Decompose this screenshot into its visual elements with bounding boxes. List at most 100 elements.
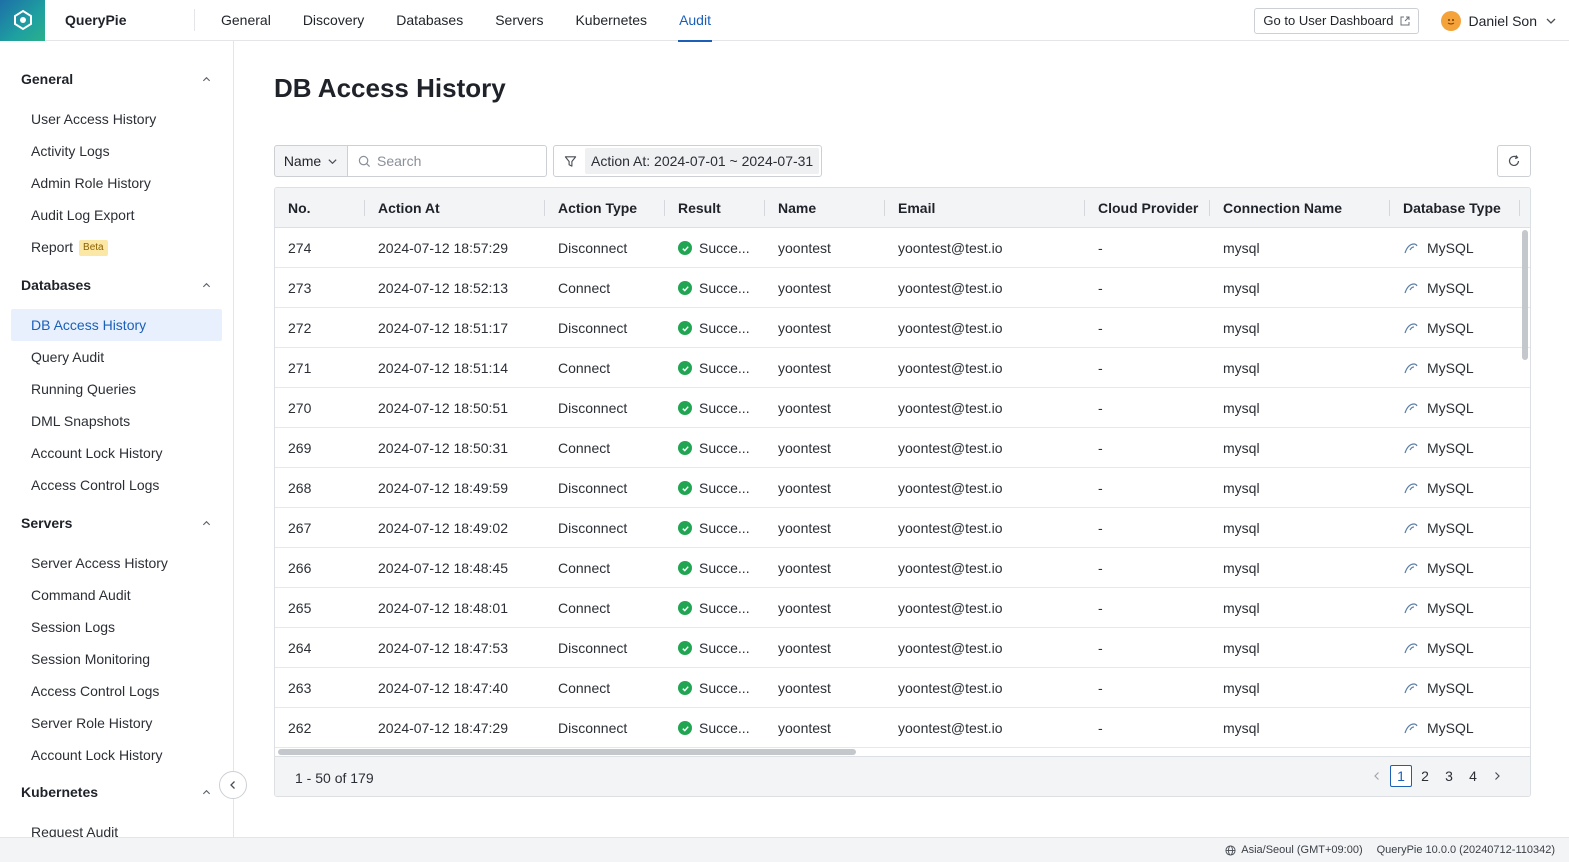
horizontal-scrollbar[interactable] (278, 749, 856, 755)
sidebar-item-label: Account Lock History (31, 445, 163, 461)
page-button-3[interactable]: 3 (1438, 765, 1460, 787)
column-header-result[interactable]: Result (665, 188, 765, 228)
go-to-user-dashboard-button[interactable]: Go to User Dashboard (1254, 7, 1419, 34)
page-button-2[interactable]: 2 (1414, 765, 1436, 787)
sidebar-item-request-audit[interactable]: Request Audit (11, 816, 222, 837)
result-cell: Succe... (665, 428, 765, 468)
column-header-action-type[interactable]: Action Type (545, 188, 665, 228)
chevron-right-icon (1495, 772, 1500, 780)
table-row[interactable]: 262 2024-07-12 18:47:29 Disconnect Succe...… (275, 708, 1530, 748)
page-button-4[interactable]: 4 (1462, 765, 1484, 787)
main-nav: General Discovery Databases Servers Kubernet… (205, 0, 727, 42)
sidebar-item-audit-log-export[interactable]: Audit Log Export (11, 199, 222, 231)
table-row[interactable]: 274 2024-07-12 18:57:29 Disconnect Succe...… (275, 228, 1530, 268)
sidebar-item-label: Request Audit (31, 824, 119, 837)
sidebar-item-label: Activity Logs (31, 143, 110, 159)
column-header-cloud-provider[interactable]: Cloud Provider (1085, 188, 1210, 228)
email-cell: yoontest@test.io (898, 360, 1003, 376)
pagination: 1234 (1366, 765, 1508, 787)
action-at-cell: 2024-07-12 18:48:45 (378, 560, 508, 576)
name-cell: yoontest (778, 360, 831, 376)
table-row[interactable]: 264 2024-07-12 18:47:53 Disconnect Succe...… (275, 628, 1530, 668)
column-header-connection-name[interactable]: Connection Name (1210, 188, 1390, 228)
table-row[interactable]: 271 2024-07-12 18:51:14 Connect Succe... yoo… (275, 348, 1530, 388)
action-at-cell: 2024-07-12 18:51:14 (378, 360, 508, 376)
sidebar-item-query-audit[interactable]: Query Audit (11, 341, 222, 373)
top-nav-bar: QueryPie General Discovery Databases Server… (0, 0, 1569, 42)
result-cell: Succe... (665, 308, 765, 348)
sidebar-item-session-monitoring[interactable]: Session Monitoring (11, 643, 222, 675)
sidebar-item-running-queries[interactable]: Running Queries (11, 373, 222, 405)
column-header-name[interactable]: Name (765, 188, 885, 228)
result-cell: Succe... (665, 268, 765, 308)
sidebar-item-label: Server Access History (31, 555, 168, 571)
sidebar-item-admin-role-history[interactable]: Admin Role History (11, 167, 222, 199)
database-type-cell: MySQL (1390, 588, 1520, 628)
action-type-cell: Disconnect (558, 720, 628, 736)
sidebar-item-db-access-history[interactable]: DB Access History (11, 309, 222, 341)
sidebar-item-server-access-history[interactable]: Server Access History (11, 547, 222, 579)
nav-tab-databases[interactable]: Databases (380, 0, 479, 41)
table-row[interactable]: 266 2024-07-12 18:48:45 Connect Succe... yoo… (275, 548, 1530, 588)
next-page-button[interactable] (1486, 765, 1508, 787)
querypie-logo[interactable] (0, 0, 45, 41)
sidebar-section-header[interactable]: Databases (0, 274, 233, 296)
nav-tab-kubernetes[interactable]: Kubernetes (559, 0, 663, 41)
sidebar-item-activity-logs[interactable]: Activity Logs (11, 135, 222, 167)
table-row[interactable]: 267 2024-07-12 18:49:02 Disconnect Succe...… (275, 508, 1530, 548)
sidebar-item-session-logs[interactable]: Session Logs (11, 611, 222, 643)
table-row[interactable]: 263 2024-07-12 18:47:40 Connect Succe... yoo… (275, 668, 1530, 708)
sidebar-item-server-role-history[interactable]: Server Role History (11, 707, 222, 739)
nav-tab-discovery[interactable]: Discovery (287, 0, 380, 41)
database-type-cell: MySQL (1390, 228, 1520, 268)
prev-page-button[interactable] (1366, 765, 1388, 787)
email-cell: yoontest@test.io (898, 680, 1003, 696)
search-input[interactable] (377, 153, 537, 169)
sidebar-item-access-control-logs[interactable]: Access Control Logs (11, 675, 222, 707)
sidebar-item-command-audit[interactable]: Command Audit (11, 579, 222, 611)
nav-tab-audit[interactable]: Audit (663, 0, 727, 42)
sidebar-item-access-control-logs[interactable]: Access Control Logs (11, 469, 222, 501)
sidebar-item-user-access-history[interactable]: User Access History (11, 103, 222, 135)
name-cell: yoontest (778, 720, 831, 736)
page-button-1[interactable]: 1 (1390, 765, 1412, 787)
sidebar-section-general: General User Access History Activity Logs A… (0, 68, 233, 263)
table-row[interactable]: 272 2024-07-12 18:51:17 Disconnect Succe...… (275, 308, 1530, 348)
table-row[interactable]: 273 2024-07-12 18:52:13 Connect Succe... yoo… (275, 268, 1530, 308)
nav-tab-general[interactable]: General (205, 0, 287, 41)
sidebar-item-account-lock-history[interactable]: Account Lock History (11, 437, 222, 469)
sidebar-item-report[interactable]: Report Beta (11, 231, 222, 263)
action-type-cell: Disconnect (558, 480, 628, 496)
action-type-cell: Disconnect (558, 400, 628, 416)
timezone-indicator[interactable]: Asia/Seoul (GMT+09:00) (1225, 844, 1363, 856)
no-cell: 270 (288, 400, 312, 416)
table-row[interactable]: 265 2024-07-12 18:48:01 Connect Succe... yoo… (275, 588, 1530, 628)
sidebar-section-header[interactable]: General (0, 68, 233, 90)
sidebar-item-account-lock-history[interactable]: Account Lock History (11, 739, 222, 771)
vertical-scrollbar[interactable] (1522, 230, 1528, 360)
collapse-sidebar-button[interactable] (219, 771, 247, 799)
sidebar-section-header[interactable]: Servers (0, 512, 233, 534)
column-header-action-at[interactable]: Action At (365, 188, 545, 228)
nav-tab-servers[interactable]: Servers (479, 0, 559, 41)
database-type-label: MySQL (1427, 320, 1474, 336)
database-type-label: MySQL (1427, 240, 1474, 256)
result-label: Succe... (699, 520, 750, 536)
search-field-select[interactable]: Name (274, 145, 348, 177)
action-at-filter[interactable]: Action At: 2024-07-01 ~ 2024-07-31 (553, 145, 823, 177)
mysql-icon (1404, 363, 1418, 374)
database-type-label: MySQL (1427, 680, 1474, 696)
table-row[interactable]: 269 2024-07-12 18:50:31 Connect Succe... yoo… (275, 428, 1530, 468)
table-row[interactable]: 268 2024-07-12 18:49:59 Disconnect Succe...… (275, 468, 1530, 508)
column-header-no[interactable]: No. (275, 188, 365, 228)
column-header-database-type[interactable]: Database Type (1390, 188, 1520, 228)
action-at-cell: 2024-07-12 18:57:29 (378, 240, 508, 256)
no-cell: 274 (288, 240, 312, 256)
sidebar-item-dml-snapshots[interactable]: DML Snapshots (11, 405, 222, 437)
user-menu[interactable]: Daniel Son (1440, 10, 1558, 31)
table-row[interactable]: 270 2024-07-12 18:50:51 Disconnect Succe...… (275, 388, 1530, 428)
sidebar-section-header[interactable]: Kubernetes (0, 781, 233, 803)
column-header-email[interactable]: Email (885, 188, 1085, 228)
refresh-button[interactable] (1497, 145, 1531, 177)
action-at-cell: 2024-07-12 18:47:40 (378, 680, 508, 696)
